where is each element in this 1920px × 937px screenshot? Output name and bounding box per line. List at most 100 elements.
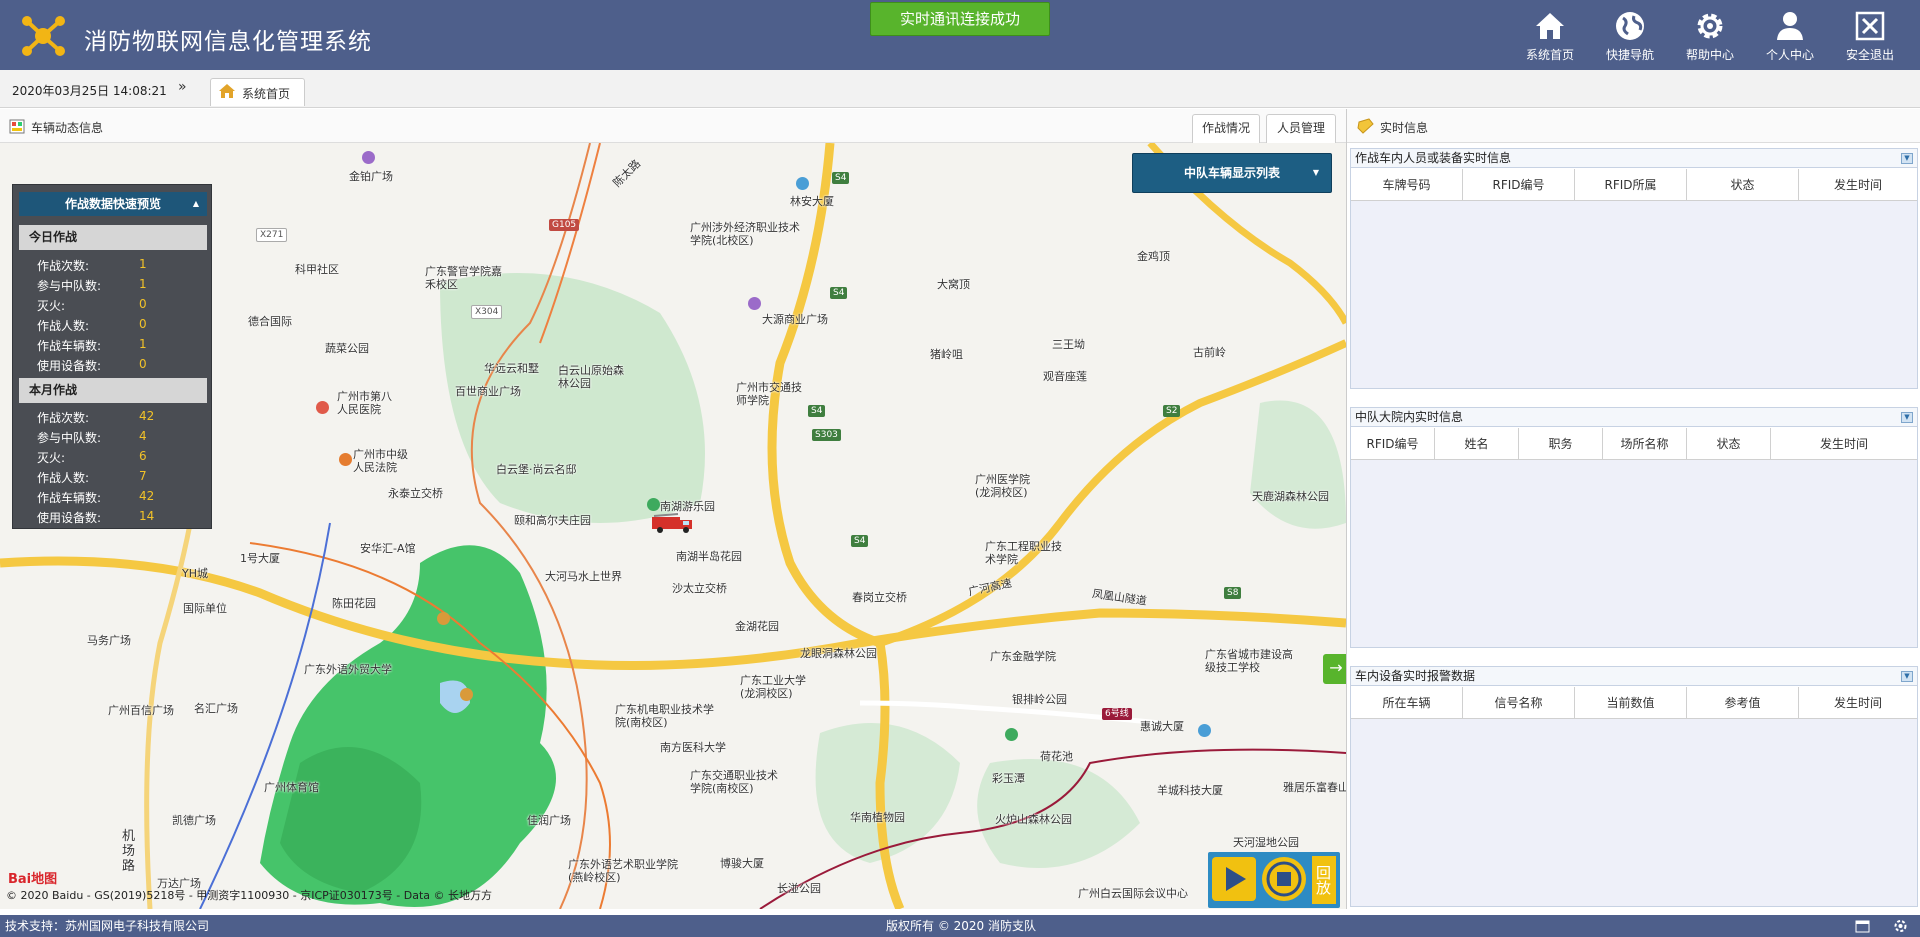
map-label: 观音座莲 xyxy=(1043,370,1087,383)
column-header[interactable]: RFID所属 xyxy=(1575,169,1687,201)
column-header[interactable]: 状态 xyxy=(1687,428,1771,460)
map-label: 长湴公园 xyxy=(777,882,821,895)
map-label: 火炉山森林公园 xyxy=(995,813,1072,826)
column-header[interactable]: 当前数值 xyxy=(1575,687,1687,719)
road-sign: S303 xyxy=(812,429,841,441)
collapse-toggle-button[interactable]: » xyxy=(178,79,187,95)
road-sign: S4 xyxy=(832,172,850,184)
map-label: 春岗立交桥 xyxy=(852,591,907,604)
column-header[interactable]: 车牌号码 xyxy=(1351,169,1463,201)
map-label: YH城 xyxy=(182,567,208,580)
column-header[interactable]: 信号名称 xyxy=(1463,687,1575,719)
column-header[interactable]: 参考值 xyxy=(1687,687,1799,719)
map-label: 大窝顶 xyxy=(937,278,970,291)
poi-pin[interactable] xyxy=(362,151,375,164)
road-sign: S4 xyxy=(830,287,848,299)
baidu-map-logo: Bai地图 xyxy=(8,872,58,887)
map-label: 古前岭 xyxy=(1193,346,1226,359)
user-icon xyxy=(1777,12,1803,40)
section-header: 作战车内人员或装备实时信息 ▼ xyxy=(1351,149,1917,168)
connection-status-banner: 实时通讯连接成功 xyxy=(870,2,1050,36)
combat-stats-overlay: 作战数据快速预览 ▲ 今日作战 作战次数: 1 参与中队数: 1 灭火: 0 作… xyxy=(12,184,212,529)
column-header[interactable]: 职务 xyxy=(1519,428,1603,460)
tab-personnel-management[interactable]: 人员管理 xyxy=(1266,114,1336,143)
stats-row-value: 1 xyxy=(139,277,147,291)
map-label: 广州百信广场 xyxy=(108,704,174,717)
exit-icon xyxy=(1855,11,1885,41)
table-header: 车牌号码 RFID编号 RFID所属 状态 发生时间 xyxy=(1351,169,1917,201)
tab-system-home[interactable]: 系统首页 xyxy=(210,78,305,106)
collapse-icon[interactable]: ▼ xyxy=(1901,412,1913,423)
map-label: 蔬菜公园 xyxy=(325,342,369,355)
map-label: 广州体育馆 xyxy=(264,781,319,794)
tab-bar: 2020年03月25日 14:08:21 » 系统首页 xyxy=(0,70,1920,108)
map-label: 金湖花园 xyxy=(735,620,779,633)
combat-stats-header[interactable]: 作战数据快速预览 ▲ xyxy=(19,192,207,216)
column-header[interactable]: 所在车辆 xyxy=(1351,687,1463,719)
nav-logout[interactable]: 安全退出 xyxy=(1830,0,1910,70)
map-label: 凯德广场 xyxy=(172,814,216,827)
stats-row-value: 1 xyxy=(139,257,147,271)
column-header[interactable]: 发生时间 xyxy=(1799,687,1917,719)
settings-icon[interactable] xyxy=(1893,919,1908,933)
poi-pin[interactable] xyxy=(460,688,473,701)
playback-label[interactable]: 回放 xyxy=(1312,856,1336,904)
map-label: 南湖半岛花园 xyxy=(676,550,742,563)
park-pin[interactable] xyxy=(647,498,660,511)
map-label: 广州白云国际会议中心 xyxy=(1078,887,1188,900)
map-label: 广东警官学院嘉禾校区 xyxy=(425,265,502,291)
map-label: 德合国际 xyxy=(248,315,292,328)
app-footer: 技术支持：苏州国网电子科技有限公司 版权所有 © 2020 消防支队 xyxy=(0,915,1920,937)
copyright-text: 版权所有 © 2020 消防支队 xyxy=(886,919,1036,933)
column-header[interactable]: RFID编号 xyxy=(1463,169,1575,201)
poi-pin[interactable] xyxy=(748,297,761,310)
vehicle-info-icon xyxy=(9,119,25,134)
playback-controls: 回放 xyxy=(1208,852,1340,908)
stop-button[interactable] xyxy=(1262,857,1306,901)
map-label: 陈田花园 xyxy=(332,597,376,610)
collapse-icon[interactable]: ▼ xyxy=(1901,671,1913,682)
column-header[interactable]: RFID编号 xyxy=(1351,428,1435,460)
map-label: 荷花池 xyxy=(1040,750,1073,763)
poi-pin[interactable] xyxy=(796,177,809,190)
poi-pin[interactable] xyxy=(1198,724,1211,737)
column-header[interactable]: 状态 xyxy=(1687,169,1799,201)
section-title: 中队大院内实时信息 xyxy=(1355,410,1464,424)
road-sign: 6号线 xyxy=(1102,708,1132,720)
map-label: 颐和高尔夫庄园 xyxy=(514,514,591,527)
collapse-icon[interactable]: ▼ xyxy=(1901,153,1913,164)
map-label: 大源商业广场 xyxy=(762,313,828,326)
column-header[interactable]: 发生时间 xyxy=(1771,428,1917,460)
vehicle-dynamics-header: 车辆动态信息 作战情况 人员管理 xyxy=(0,109,1346,143)
section-title: 车内设备实时报警数据 xyxy=(1355,669,1476,683)
stats-row-value: 1 xyxy=(139,337,147,351)
globe-icon xyxy=(1616,12,1644,40)
calendar-icon[interactable] xyxy=(1855,919,1870,933)
combat-stats-title: 作战数据快速预览 xyxy=(64,197,161,211)
expand-right-panel-button[interactable]: → xyxy=(1323,654,1346,684)
nav-personal-center-label: 个人中心 xyxy=(1765,48,1814,62)
stats-row-value: 0 xyxy=(139,297,147,311)
column-header[interactable]: 场所名称 xyxy=(1603,428,1687,460)
map-label: 安华汇-A馆 xyxy=(360,542,416,555)
poi-pin[interactable] xyxy=(437,612,450,625)
nav-personal-center[interactable]: 个人中心 xyxy=(1750,0,1830,70)
play-button[interactable] xyxy=(1212,857,1256,901)
vehicle-dynamics-panel: 车辆动态信息 作战情况 人员管理 金铂广场 陈太路 林安大厦 广州涉外经济职业技… xyxy=(0,109,1346,909)
nav-quick-navigation[interactable]: 快捷导航 xyxy=(1590,0,1670,70)
map-label: 彩玉潭 xyxy=(992,772,1025,785)
map-label: 大河马水上世界 xyxy=(545,570,622,583)
map-label: 金鸡顶 xyxy=(1137,250,1170,263)
park-pin[interactable] xyxy=(1005,728,1018,741)
stats-row-value: 7 xyxy=(139,469,147,483)
nav-home[interactable]: 系统首页 xyxy=(1510,0,1590,70)
hospital-pin[interactable] xyxy=(316,401,329,414)
poi-pin[interactable] xyxy=(339,453,352,466)
fire-truck-marker-icon[interactable] xyxy=(650,511,696,535)
column-header[interactable]: 姓名 xyxy=(1435,428,1519,460)
tab-combat-status[interactable]: 作战情况 xyxy=(1192,114,1260,143)
map-view[interactable]: 金铂广场 陈太路 林安大厦 广州涉外经济职业技术学院(北校区) 科甲社区 广东警… xyxy=(0,143,1346,909)
vehicle-list-dropdown[interactable]: 中队车辆显示列表 ▼ xyxy=(1132,153,1332,193)
column-header[interactable]: 发生时间 xyxy=(1799,169,1917,201)
nav-help-center[interactable]: 帮助中心 xyxy=(1670,0,1750,70)
